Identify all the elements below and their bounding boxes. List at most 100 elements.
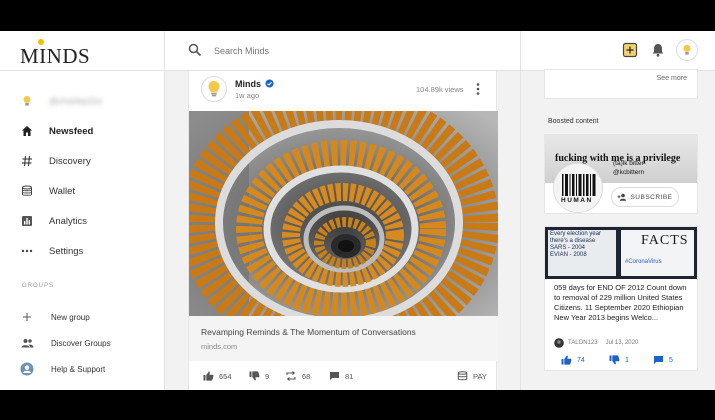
thumbnail-tag-text: #CoronaVirus: [625, 259, 662, 265]
media-comment-count: 5: [669, 356, 673, 364]
downvote-count: 9: [265, 371, 270, 381]
link-preview-domain: minds.com: [201, 342, 238, 351]
top-bar: MINDS: [0, 31, 715, 71]
boosted-media-description: 059 days for END OF 2012 Count down to r…: [554, 283, 687, 322]
sidebar-item-label: Wallet: [49, 185, 76, 197]
right-panel: See more Boosted content fucking with me…: [521, 69, 715, 390]
comment-button[interactable]: 81: [329, 371, 353, 381]
boosted-media-thumbnail[interactable]: Every election year there's a disease SA…: [545, 227, 697, 279]
lightbulb-icon: [208, 81, 220, 97]
post-view-count: 104.89k views: [416, 85, 464, 94]
sidebar-user-profile[interactable]: @charlep11e: [20, 91, 160, 111]
more-horizontal-icon: [20, 244, 34, 258]
analytics-icon: [20, 214, 34, 228]
thumbs-down-icon: [249, 371, 260, 381]
boosted-channel-card[interactable]: fucking with me is a privilege HUMAN (ta…: [544, 134, 698, 214]
media-downvote-button[interactable]: 1: [609, 355, 629, 365]
thumbs-up-icon: [561, 355, 572, 365]
thumbs-down-icon: [609, 355, 620, 365]
user-avatar[interactable]: [676, 39, 698, 61]
boosted-media-meta: TALON123 Jul 13, 2020: [554, 338, 638, 348]
logo-text: MINDS: [20, 44, 91, 68]
comment-icon: [330, 372, 339, 381]
post-author-name[interactable]: Minds: [235, 79, 261, 89]
boosted-content-label: Boosted content: [548, 118, 599, 125]
sidebar-item-label: Settings: [49, 245, 84, 257]
media-upvote-button[interactable]: 74: [561, 355, 585, 365]
boosted-media-card[interactable]: Every election year there's a disease SA…: [544, 226, 698, 371]
see-more-link[interactable]: See more: [657, 75, 687, 82]
link-preview[interactable]: Revamping Reminds & The Momentum of Conv…: [189, 316, 498, 361]
media-comment-button[interactable]: 5: [653, 355, 673, 365]
home-icon: [20, 124, 34, 138]
user-handle: @charlep11e: [49, 96, 103, 106]
remind-count: 68: [302, 371, 311, 381]
media-author[interactable]: TALON123: [568, 340, 598, 346]
remind-icon: [286, 371, 296, 381]
group-item-discover-groups[interactable]: Discover Groups: [20, 334, 160, 352]
post-timestamp[interactable]: 1w ago: [235, 91, 259, 100]
wallet-icon: [457, 371, 468, 381]
boosted-media-actions: 74 1 5: [545, 355, 697, 371]
left-sidebar: @charlep11e Newsfeed Discovery Wallet An…: [0, 71, 164, 390]
activity-post: Minds 1w ago 104.89k views Revamping Rem…: [188, 71, 498, 390]
link-preview-title: Revamping Reminds & The Momentum of Conv…: [201, 327, 416, 337]
support-avatar-icon: [20, 362, 34, 376]
pay-button[interactable]: PAY: [457, 371, 487, 381]
post-action-bar: 654 9 68 81 PAY: [189, 369, 498, 389]
media-downvote-count: 1: [625, 356, 629, 364]
add-person-icon: [617, 193, 627, 201]
plus-icon: [20, 310, 34, 324]
post-image-spiral-staircase[interactable]: [189, 111, 498, 316]
group-item-new-group[interactable]: New group: [20, 308, 160, 326]
barcode-avatar-icon: [554, 164, 602, 212]
upvote-button[interactable]: 654: [203, 371, 232, 381]
subscribe-button[interactable]: SUBSCRIBE: [611, 187, 679, 207]
compose-icon[interactable]: [622, 42, 638, 58]
search-input[interactable]: [214, 41, 494, 61]
post-author-avatar[interactable]: [201, 76, 227, 102]
boosted-channel-avatar[interactable]: HUMAN: [553, 163, 603, 213]
downvote-button[interactable]: 9: [249, 371, 269, 381]
sidebar-item-newsfeed[interactable]: Newsfeed: [20, 121, 160, 141]
suggestions-card: See more: [544, 69, 698, 99]
minds-logo[interactable]: MINDS: [20, 39, 90, 68]
newsfeed: Minds 1w ago 104.89k views Revamping Rem…: [165, 71, 520, 390]
group-item-label: Help & Support: [51, 364, 106, 374]
handle-line-2: @kcbittern: [613, 169, 645, 176]
media-upvote-count: 74: [577, 356, 585, 364]
boosted-channel-handle: (ta)lk bitter @kcbittern: [613, 159, 644, 177]
comment-count: 81: [345, 371, 354, 381]
notifications-bell-icon[interactable]: [650, 42, 666, 58]
sidebar-item-wallet[interactable]: Wallet: [20, 181, 160, 201]
sidebar-item-settings[interactable]: Settings: [20, 241, 160, 261]
thumbnail-left-text: Every election year there's a disease SA…: [550, 231, 602, 258]
groups-section-label: GROUPS: [22, 283, 55, 289]
remind-button[interactable]: 68: [285, 371, 310, 381]
people-icon: [20, 336, 34, 350]
sidebar-item-label: Analytics: [49, 215, 88, 227]
lightbulb-icon: [683, 44, 691, 55]
thumbs-up-icon: [203, 371, 214, 381]
verified-badge-icon: [265, 79, 274, 88]
sidebar-item-analytics[interactable]: Analytics: [20, 211, 160, 231]
wallet-icon: [20, 184, 34, 198]
group-item-label: Discover Groups: [51, 338, 111, 348]
handle-line-1: (ta)lk bitter: [613, 160, 644, 167]
sidebar-item-discovery[interactable]: Discovery: [20, 151, 160, 171]
minds-app: MINDS @charlep11e: [0, 31, 715, 390]
pay-label: PAY: [473, 371, 487, 381]
media-date: Jul 13, 2020: [605, 340, 639, 346]
group-item-label: New group: [51, 312, 90, 322]
more-vertical-icon[interactable]: [472, 81, 484, 97]
upvote-count: 654: [219, 371, 232, 381]
author-avatar-icon[interactable]: [554, 338, 564, 348]
user-bulb-icon: [20, 94, 34, 108]
comment-icon: [654, 356, 663, 365]
thumbnail-facts-text: FACTS: [641, 233, 689, 248]
subscribe-label: SUBSCRIBE: [630, 193, 673, 201]
search-icon[interactable]: [188, 43, 202, 57]
group-item-help-support[interactable]: Help & Support: [20, 360, 160, 378]
hashtag-icon: [20, 154, 34, 168]
sidebar-item-label: Newsfeed: [49, 125, 94, 137]
